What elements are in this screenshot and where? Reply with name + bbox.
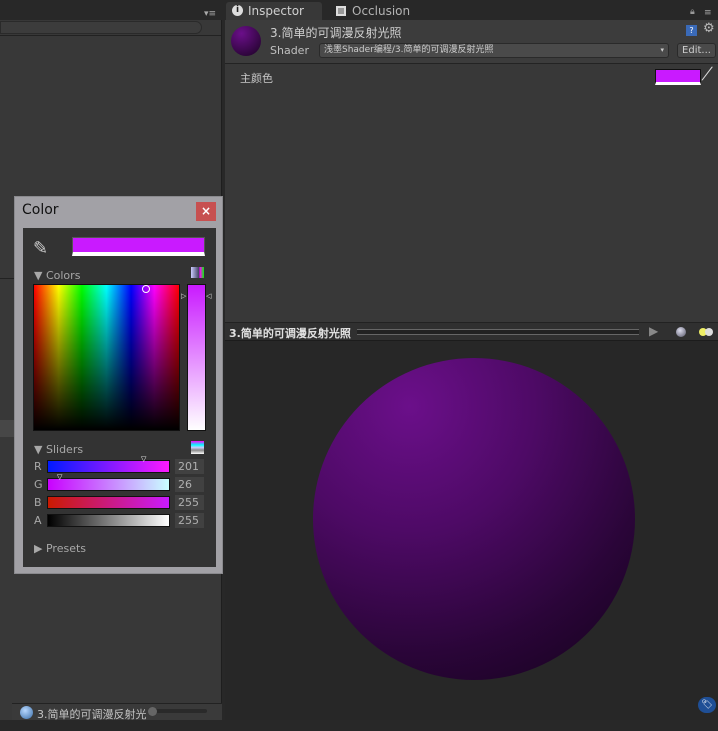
panel-menu-icon[interactable]: ≡ — [704, 8, 712, 18]
colors-label: Colors — [45, 269, 81, 282]
shader-value: 浅墨Shader编程/3.简单的可调漫反射光照 — [324, 45, 494, 55]
sliders-section-toggle[interactable]: ▼ Sliders — [34, 443, 83, 456]
material-name: 3.简单的可调漫反射光照 — [270, 26, 402, 40]
color-picker-window: Color × ✎ ▼ Colors ▷ ◁ ▼ Sliders R ▽ 201… — [14, 196, 223, 574]
panel-menu-icon[interactable]: ▾≡ — [204, 10, 220, 19]
preview-drag-handle[interactable] — [357, 329, 639, 335]
material-thumbnail — [231, 26, 261, 56]
preview-sphere — [313, 358, 635, 680]
help-icon[interactable]: ? — [686, 25, 697, 36]
tab-label: Occlusion — [352, 4, 411, 18]
search-input[interactable] — [0, 21, 202, 34]
edit-button[interactable]: Edit... — [677, 43, 716, 58]
preview-toolbar: 3.简单的可调漫反射光照 ▶ — [225, 322, 718, 341]
tag-icon[interactable]: 🏷︎ — [698, 697, 716, 713]
b-value-input[interactable]: 255 — [175, 495, 204, 510]
zoom-slider[interactable] — [149, 709, 207, 713]
preview-title: 3.简单的可调漫反射光照 — [229, 327, 351, 340]
g-slider[interactable]: ▽ — [47, 473, 170, 491]
property-label: 主颜色 — [240, 72, 273, 85]
g-label: G — [34, 478, 43, 491]
sliders-label: Sliders — [45, 443, 84, 456]
sphere-asset-icon — [20, 706, 33, 719]
preview-sphere-icon[interactable] — [676, 327, 686, 337]
color-field[interactable] — [655, 69, 701, 85]
asset-label: 3.简单的可调漫反射光 — [37, 708, 147, 721]
a-value-input[interactable]: 255 — [175, 513, 204, 528]
r-slider[interactable]: ▽ — [47, 455, 170, 473]
play-icon[interactable]: ▶ — [649, 324, 658, 338]
value-slider[interactable] — [187, 284, 206, 431]
material-header: 3.简单的可调漫反射光照 Shader 浅墨Shader编程/3.简单的可调漫反… — [225, 20, 718, 64]
selected-row[interactable] — [0, 420, 14, 437]
info-icon: i — [232, 5, 243, 16]
a-label: A — [34, 514, 42, 527]
occlusion-icon — [336, 6, 346, 16]
colors-section-toggle[interactable]: ▼ Colors — [34, 269, 80, 282]
shader-label: Shader — [270, 44, 309, 57]
color-cursor[interactable] — [142, 285, 150, 293]
dropdown-arrow-icon: ▾ — [660, 46, 664, 54]
tab-inspector[interactable]: i Inspector — [226, 2, 322, 20]
presets-label: Presets — [45, 542, 86, 555]
r-label: R — [34, 460, 42, 473]
hue-saturation-field[interactable] — [33, 284, 180, 431]
tab-label: Inspector — [248, 4, 304, 18]
current-color-swatch — [72, 237, 205, 256]
slider-mode-icon[interactable] — [191, 441, 204, 454]
slider-marker-icon: ◁ — [206, 292, 212, 300]
tab-occlusion[interactable]: Occlusion — [330, 2, 420, 20]
shader-dropdown[interactable]: 浅墨Shader编程/3.简单的可调漫反射光照 ▾ — [319, 43, 669, 58]
lock-icon[interactable]: 🔒︎ — [690, 7, 695, 17]
close-button[interactable]: × — [196, 202, 216, 221]
gear-icon[interactable]: ⚙ — [703, 21, 715, 36]
eyedropper-icon[interactable]: ✎ — [33, 238, 48, 259]
color-mode-icon[interactable] — [191, 267, 204, 278]
asset-status-bar: 3.简单的可调漫反射光 — [12, 703, 222, 721]
r-value-input[interactable]: 201 — [175, 459, 204, 474]
slider-marker-icon: ▷ — [181, 292, 187, 300]
presets-section-toggle[interactable]: ▶ Presets — [34, 542, 86, 555]
zoom-slider-thumb[interactable] — [148, 707, 157, 716]
b-label: B — [34, 496, 42, 509]
g-value-input[interactable]: 26 — [175, 477, 204, 492]
a-slider[interactable] — [47, 514, 170, 527]
window-title: Color — [22, 202, 59, 218]
b-slider[interactable] — [47, 496, 170, 509]
